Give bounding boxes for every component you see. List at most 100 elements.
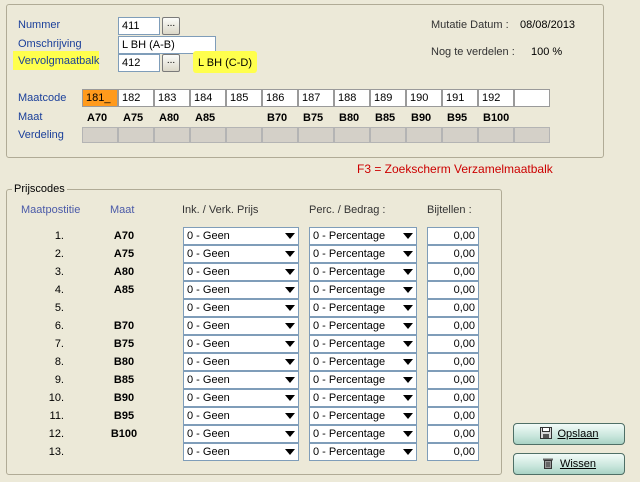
bijtellen-input[interactable]: 0,00 — [427, 353, 479, 371]
dropdown-arrow-icon[interactable] — [285, 359, 295, 365]
bijtellen-input[interactable]: 0,00 — [427, 245, 479, 263]
maat-cell: A80 — [159, 112, 180, 124]
dropdown-arrow-icon[interactable] — [285, 323, 295, 329]
dropdown-arrow-icon[interactable] — [285, 449, 295, 455]
dropdown-arrow-icon[interactable] — [403, 449, 413, 455]
ink-verk-select[interactable]: 0 - Geen — [183, 389, 299, 407]
ink-verk-select[interactable]: 0 - Geen — [183, 407, 299, 425]
ink-verk-value: 0 - Geen — [187, 446, 230, 458]
bijtellen-input[interactable]: 0,00 — [427, 281, 479, 299]
dropdown-arrow-icon[interactable] — [403, 395, 413, 401]
opslaan-button[interactable]: Opslaan — [513, 423, 625, 445]
maatcode-cell[interactable] — [514, 89, 550, 107]
dropdown-arrow-icon[interactable] — [285, 251, 295, 257]
perc-bedrag-select[interactable]: 0 - Percentage — [309, 443, 417, 461]
bijtellen-input[interactable]: 0,00 — [427, 443, 479, 461]
dropdown-arrow-icon[interactable] — [403, 251, 413, 257]
row-number: 4. — [54, 284, 64, 296]
dropdown-arrow-icon[interactable] — [285, 269, 295, 275]
bijtellen-input[interactable]: 0,00 — [427, 425, 479, 443]
maatcode-cell[interactable]: 181_ — [82, 89, 118, 107]
maatcode-cell[interactable]: 189 — [370, 89, 406, 107]
maatcode-cell[interactable]: 188 — [334, 89, 370, 107]
dropdown-arrow-icon[interactable] — [285, 377, 295, 383]
maatcode-cell[interactable]: 191 — [442, 89, 478, 107]
perc-bedrag-select[interactable]: 0 - Percentage — [309, 245, 417, 263]
maatcode-cell[interactable]: 185 — [226, 89, 262, 107]
maatcode-cell[interactable]: 182 — [118, 89, 154, 107]
nummer-input[interactable]: 411 — [118, 17, 160, 35]
ink-verk-select[interactable]: 0 - Geen — [183, 425, 299, 443]
perc-bedrag-select[interactable]: 0 - Percentage — [309, 371, 417, 389]
dropdown-arrow-icon[interactable] — [403, 287, 413, 293]
dropdown-arrow-icon[interactable] — [403, 413, 413, 419]
vervolg-input[interactable]: 412 — [118, 54, 160, 72]
bijtellen-input[interactable]: 0,00 — [427, 389, 479, 407]
maatcode-cell[interactable]: 190 — [406, 89, 442, 107]
ink-verk-select[interactable]: 0 - Geen — [183, 281, 299, 299]
dropdown-arrow-icon[interactable] — [403, 341, 413, 347]
maat-cell: B90 — [411, 112, 432, 124]
dropdown-arrow-icon[interactable] — [285, 395, 295, 401]
dropdown-arrow-icon[interactable] — [285, 233, 295, 239]
verdeling-cell — [82, 127, 118, 143]
maatcode-cell[interactable]: 183 — [154, 89, 190, 107]
verdeling-cell — [442, 127, 478, 143]
wissen-button[interactable]: Wissen — [513, 453, 625, 475]
dropdown-arrow-icon[interactable] — [403, 359, 413, 365]
dropdown-arrow-icon[interactable] — [285, 305, 295, 311]
perc-bedrag-select[interactable]: 0 - Percentage — [309, 389, 417, 407]
bijtellen-input[interactable]: 0,00 — [427, 317, 479, 335]
bijtellen-input[interactable]: 0,00 — [427, 227, 479, 245]
ink-verk-select[interactable]: 0 - Geen — [183, 335, 299, 353]
maatcode-cell[interactable]: 187 — [298, 89, 334, 107]
dropdown-arrow-icon[interactable] — [403, 233, 413, 239]
dropdown-arrow-icon[interactable] — [403, 431, 413, 437]
nummer-lookup-button[interactable]: ... — [162, 17, 180, 35]
prijs-row: 6. B70 0 - Geen 0 - Percentage 0,00 — [0, 317, 500, 335]
perc-bedrag-select[interactable]: 0 - Percentage — [309, 263, 417, 281]
perc-bedrag-select[interactable]: 0 - Percentage — [309, 425, 417, 443]
ink-verk-select[interactable]: 0 - Geen — [183, 263, 299, 281]
perc-bedrag-select[interactable]: 0 - Percentage — [309, 335, 417, 353]
maat-cell: B70 — [267, 112, 288, 124]
maatcode-cell[interactable]: 186 — [262, 89, 298, 107]
dropdown-arrow-icon[interactable] — [403, 269, 413, 275]
perc-bedrag-select[interactable]: 0 - Percentage — [309, 227, 417, 245]
dropdown-arrow-icon[interactable] — [285, 413, 295, 419]
vervolg-lookup-button[interactable]: ... — [162, 54, 180, 72]
ink-verk-select[interactable]: 0 - Geen — [183, 443, 299, 461]
row-maat: B70 — [113, 320, 135, 332]
bijtellen-input[interactable]: 0,00 — [427, 407, 479, 425]
col-perc-bedrag: Perc. / Bedrag : — [309, 204, 386, 216]
ink-verk-select[interactable]: 0 - Geen — [183, 317, 299, 335]
ink-verk-select[interactable]: 0 - Geen — [183, 227, 299, 245]
ink-verk-select[interactable]: 0 - Geen — [183, 245, 299, 263]
dropdown-arrow-icon[interactable] — [403, 305, 413, 311]
maatcode-cell[interactable]: 192 — [478, 89, 514, 107]
dropdown-arrow-icon[interactable] — [285, 341, 295, 347]
maatcode-label: Maatcode — [18, 92, 67, 104]
maatcode-cell[interactable]: 184 — [190, 89, 226, 107]
dropdown-arrow-icon[interactable] — [403, 377, 413, 383]
ink-verk-select[interactable]: 0 - Geen — [183, 371, 299, 389]
perc-bedrag-select[interactable]: 0 - Percentage — [309, 317, 417, 335]
perc-bedrag-select[interactable]: 0 - Percentage — [309, 299, 417, 317]
perc-bedrag-select[interactable]: 0 - Percentage — [309, 281, 417, 299]
dropdown-arrow-icon[interactable] — [285, 431, 295, 437]
row-number: 9. — [54, 374, 64, 386]
bijtellen-input[interactable]: 0,00 — [427, 263, 479, 281]
perc-bedrag-value: 0 - Percentage — [313, 302, 386, 314]
bijtellen-input[interactable]: 0,00 — [427, 299, 479, 317]
row-number: 8. — [54, 356, 64, 368]
perc-bedrag-select[interactable]: 0 - Percentage — [309, 353, 417, 371]
dropdown-arrow-icon[interactable] — [285, 287, 295, 293]
perc-bedrag-select[interactable]: 0 - Percentage — [309, 407, 417, 425]
bijtellen-input[interactable]: 0,00 — [427, 335, 479, 353]
row-number: 13. — [48, 446, 64, 458]
ink-verk-select[interactable]: 0 - Geen — [183, 353, 299, 371]
nummer-label: Nummer — [18, 19, 61, 31]
dropdown-arrow-icon[interactable] — [403, 323, 413, 329]
bijtellen-input[interactable]: 0,00 — [427, 371, 479, 389]
ink-verk-select[interactable]: 0 - Geen — [183, 299, 299, 317]
